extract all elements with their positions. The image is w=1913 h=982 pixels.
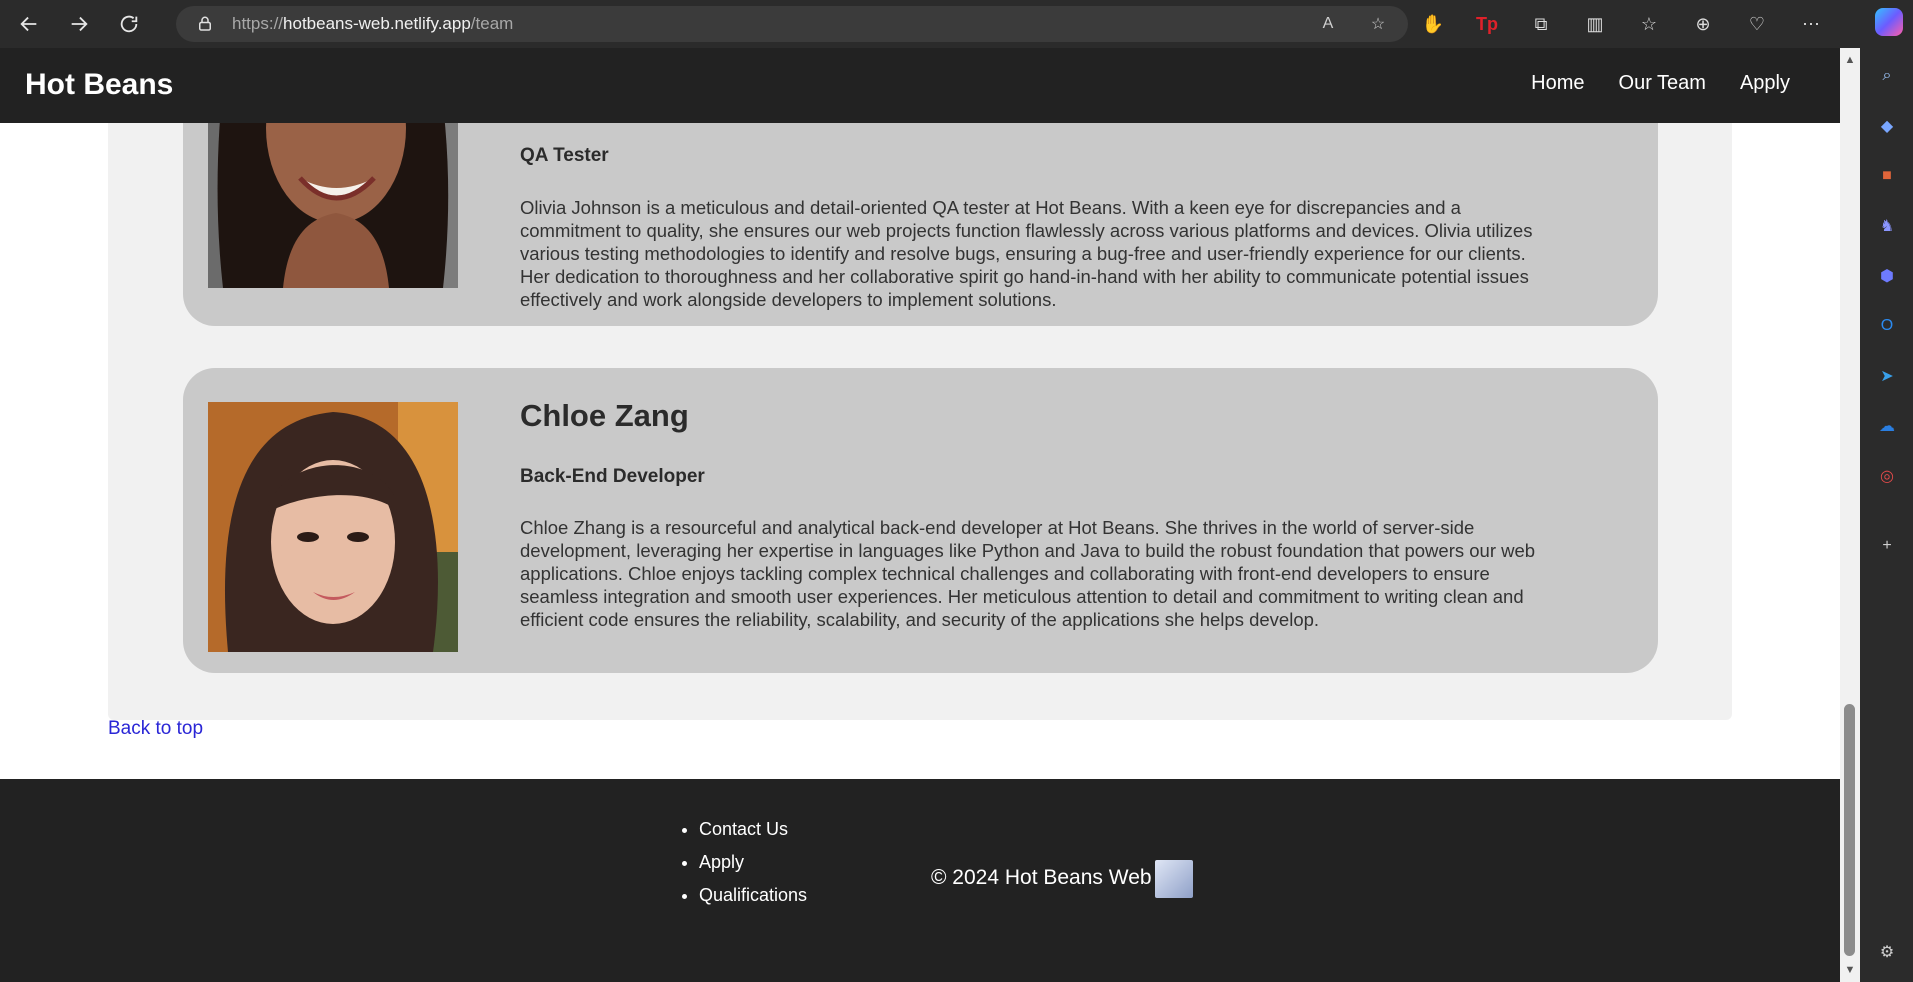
footer-links: Contact Us Apply Qualifications [680, 819, 807, 918]
web-page: Hot Beans Home Our Team Apply QA Tester … [0, 48, 1840, 982]
copilot-icon[interactable] [1875, 8, 1903, 36]
send-icon[interactable]: ➤ [1873, 362, 1901, 390]
list-item: Qualifications [699, 885, 807, 906]
brand-logo[interactable]: Hot Beans [25, 68, 173, 102]
games-icon[interactable]: ♞ [1873, 212, 1901, 240]
site-header: Hot Beans Home Our Team Apply [0, 48, 1840, 123]
nav-our-team[interactable]: Our Team [1619, 72, 1706, 95]
forward-arrow-icon[interactable] [58, 6, 100, 42]
list-item: Contact Us [699, 819, 807, 840]
copilot-sidebar-icon[interactable]: ⬢ [1873, 262, 1901, 290]
team-member-photo [208, 402, 458, 652]
app-icon[interactable]: ◎ [1873, 462, 1901, 490]
scroll-down-icon[interactable]: ▼ [1844, 964, 1856, 976]
browser-toolbar: https://hotbeans-web.netlify.app/team A … [0, 0, 1913, 48]
favorites-icon[interactable]: ☆ [1636, 11, 1662, 37]
shopping-tag-icon[interactable]: ◆ [1873, 112, 1901, 140]
scrollbar-thumb[interactable] [1844, 704, 1855, 956]
adblock-extension-icon[interactable]: ✋ [1420, 11, 1446, 37]
nav-apply[interactable]: Apply [1740, 72, 1790, 95]
settings-gear-icon[interactable]: ⚙ [1873, 938, 1901, 966]
extensions-puzzle-icon[interactable]: ⧉ [1528, 11, 1554, 37]
team-member-role: Back-End Developer [520, 466, 705, 487]
address-bar[interactable]: https://hotbeans-web.netlify.app/team A … [176, 6, 1408, 42]
footer-link-contact[interactable]: Contact Us [699, 819, 788, 839]
main-nav: Home Our Team Apply [1531, 72, 1790, 95]
nav-home[interactable]: Home [1531, 72, 1584, 95]
lock-icon [199, 16, 211, 31]
team-member-role: QA Tester [520, 145, 609, 166]
team-member-bio: Olivia Johnson is a meticulous and detai… [520, 197, 1533, 310]
add-icon[interactable]: + [1873, 532, 1901, 560]
tools-icon[interactable]: ■ [1873, 162, 1901, 190]
collections-icon[interactable]: ⊕ [1690, 11, 1716, 37]
read-aloud-icon[interactable]: A [1316, 12, 1340, 36]
refresh-icon[interactable] [108, 6, 150, 42]
page-scrollbar[interactable]: ▲ ▼ [1840, 48, 1860, 982]
team-member-bio: Chloe Zhang is a resourceful and analyti… [520, 517, 1536, 630]
cloud-upload-icon[interactable]: ☁ [1873, 412, 1901, 440]
url-text: https://hotbeans-web.netlify.app/team [232, 14, 514, 33]
tp-extension-icon[interactable]: Tp [1474, 11, 1500, 37]
browser-sidebar: ⌕ ◆ ■ ♞ ⬢ O ➤ ☁ ◎ + ⚙ [1860, 48, 1913, 982]
copyright-text: © 2024 Hot Beans Web [931, 866, 1152, 889]
team-card: Chloe Zang Back-End Developer Chloe Zhan… [183, 368, 1658, 673]
search-icon[interactable]: ⌕ [1873, 62, 1901, 90]
star-icon[interactable]: ☆ [1366, 12, 1390, 36]
scroll-up-icon[interactable]: ▲ [1844, 54, 1856, 66]
list-item: Apply [699, 852, 807, 873]
split-screen-icon[interactable]: ▥ [1582, 11, 1608, 37]
team-section: QA Tester Olivia Johnson is a meticulous… [108, 48, 1732, 720]
footer-link-qualifications[interactable]: Qualifications [699, 885, 807, 905]
site-footer: Contact Us Apply Qualifications © 2024 H… [0, 779, 1840, 982]
outlook-icon[interactable]: O [1873, 312, 1901, 340]
browser-essentials-icon[interactable]: ♡ [1744, 11, 1770, 37]
team-member-name: Chloe Zang [520, 398, 689, 433]
footer-link-apply[interactable]: Apply [699, 852, 744, 872]
more-menu-icon[interactable]: ⋯ [1798, 11, 1824, 37]
back-to-top-link[interactable]: Back to top [108, 718, 203, 740]
footer-logo-image [1155, 860, 1193, 898]
back-arrow-icon[interactable] [8, 6, 50, 42]
